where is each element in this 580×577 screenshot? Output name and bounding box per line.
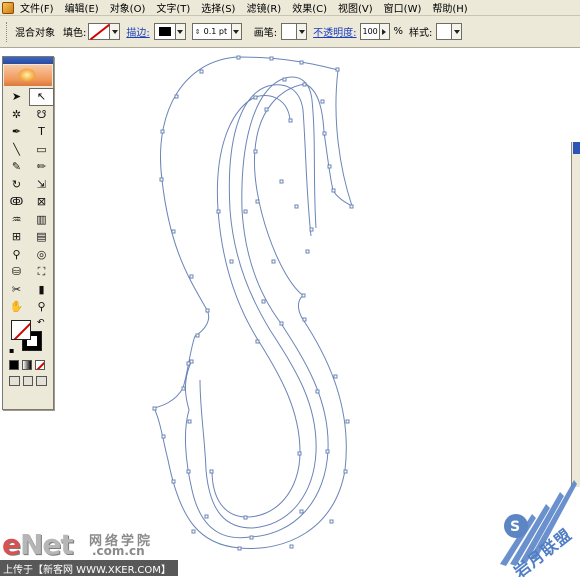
warp-icon[interactable]: ↂ — [4, 193, 29, 211]
paintbrush-icon[interactable]: ✎ — [4, 158, 29, 176]
watermark-domain: .com.cn — [92, 544, 145, 558]
live-paint-bucket-icon[interactable]: ⛁ — [4, 263, 29, 281]
gradient-mode-icon[interactable] — [22, 359, 32, 370]
pencil-icon[interactable]: ✏ — [29, 158, 54, 176]
selection-arrow-icon[interactable]: ➤ — [4, 88, 29, 106]
fill-swatch[interactable] — [88, 23, 111, 40]
stroke-weight-spinner-icon[interactable]: ⇕ — [195, 28, 201, 36]
fill-stroke-area: ↶ ▪ — [3, 316, 53, 358]
control-bar-grip[interactable] — [6, 21, 9, 42]
lasso-icon[interactable]: ☋ — [29, 106, 54, 124]
standard-screen-mode-icon[interactable] — [9, 375, 20, 386]
screen-mode-row — [3, 372, 53, 390]
menu-bar: 文件(F) 编辑(E) 对象(O) 文字(T) 选择(S) 滤镜(R) 效果(C… — [0, 0, 580, 16]
menu-object[interactable]: 对象(O) — [110, 0, 146, 15]
anchor-points — [152, 55, 354, 551]
full-screen-menubar-mode-icon[interactable] — [22, 375, 34, 386]
zoom-icon[interactable]: ⚲ — [29, 298, 54, 316]
style-dropdown[interactable] — [452, 23, 463, 40]
type-icon[interactable]: T — [29, 123, 54, 141]
menu-window[interactable]: 窗口(W) — [384, 0, 422, 15]
control-bar: 混合对象 填色: 描边: ⇕ 0.1 pt 画笔: 不透明度: 100 % 样式… — [0, 16, 580, 48]
graph-icon[interactable]: ▥ — [29, 211, 54, 229]
menu-type[interactable]: 文字(T) — [156, 0, 190, 15]
menu-filter[interactable]: 滤镜(R) — [246, 0, 281, 15]
scale-icon[interactable]: ⇲ — [29, 176, 54, 194]
tools-palette: ➤ ↖ ✲ ☋ ✒ T ╲ ▭ ✎ ✏ ↻ ⇲ ↂ ⊠ ♒ ▥ ⊞ ▤ ⚲ ◎ ⛁ ⛶ ✂ ▮ ✋ ⚲ ↶ ▪ — [2, 56, 54, 410]
brush-swatch[interactable] — [281, 23, 298, 40]
opacity-field[interactable]: 100 — [359, 23, 380, 40]
pen-icon[interactable]: ✒ — [4, 123, 29, 141]
inner-contour-path-1 — [184, 76, 329, 539]
default-colors-icon[interactable]: ▪ — [9, 346, 14, 355]
magic-wand-icon[interactable]: ✲ — [4, 106, 29, 124]
stroke-weight-field[interactable]: ⇕ 0.1 pt — [191, 23, 232, 40]
stroke-weight-value: 0.1 pt — [203, 27, 228, 36]
eraser-icon[interactable]: ▮ — [29, 281, 54, 299]
menu-help[interactable]: 帮助(H) — [432, 0, 467, 15]
tools-palette-logo[interactable] — [4, 65, 52, 86]
swap-fill-stroke-icon[interactable]: ↶ — [37, 318, 45, 328]
menu-file[interactable]: 文件(F) — [20, 0, 54, 15]
collapsed-panel-dock[interactable] — [571, 142, 580, 487]
stroke-weight-dropdown[interactable] — [231, 23, 242, 40]
brush-dropdown[interactable] — [297, 23, 308, 40]
direct-selection-icon[interactable]: ↖ — [29, 88, 54, 106]
rectangle-icon[interactable]: ▭ — [29, 141, 54, 159]
blend-icon[interactable]: ◎ — [29, 246, 54, 264]
brush-label: 画笔: — [253, 28, 278, 39]
inner-counter-path — [211, 95, 301, 518]
live-paint-selection-icon[interactable]: ⛶ — [29, 263, 54, 281]
fill-dropdown[interactable] — [110, 23, 121, 40]
color-mode-row — [3, 358, 53, 372]
opacity-slider-button[interactable] — [379, 23, 390, 40]
full-screen-mode-icon[interactable] — [36, 375, 48, 386]
upload-caption: 上传于【新客网 WWW.XKER.COM】 — [0, 560, 178, 576]
stroke-link[interactable]: 描边: — [126, 24, 149, 39]
stroke-dropdown[interactable] — [175, 23, 186, 40]
eyedropper-icon[interactable]: ⚲ — [4, 246, 29, 264]
svg-text:S: S — [510, 519, 520, 535]
style-swatch[interactable] — [436, 23, 453, 40]
mesh-icon[interactable]: ⊞ — [4, 228, 29, 246]
scissors-icon[interactable]: ✂ — [4, 281, 29, 299]
percent-sign: % — [393, 26, 404, 37]
fill-color-box[interactable] — [11, 319, 31, 340]
fill-label: 填色: — [63, 28, 87, 39]
app-icon[interactable] — [2, 1, 14, 14]
none-mode-icon[interactable] — [35, 359, 45, 370]
rotate-icon[interactable]: ↻ — [4, 176, 29, 194]
menu-edit[interactable]: 编辑(E) — [65, 0, 99, 15]
selection-type-label: 混合对象 — [15, 28, 55, 39]
hand-icon[interactable]: ✋ — [4, 298, 29, 316]
tools-palette-titlebar[interactable] — [3, 57, 53, 64]
symbol-sprayer-icon[interactable]: ♒ — [4, 211, 29, 229]
opacity-link[interactable]: 不透明度: — [313, 24, 356, 39]
style-label: 样式: — [409, 28, 433, 39]
color-mode-icon[interactable] — [9, 359, 19, 370]
menu-effect[interactable]: 效果(C) — [292, 0, 327, 15]
menu-view[interactable]: 视图(V) — [338, 0, 373, 15]
outer-contour-path — [153, 56, 353, 549]
gradient-icon[interactable]: ▤ — [29, 228, 54, 246]
enet-watermark-logo: eNet — [2, 528, 74, 561]
menu-select[interactable]: 选择(S) — [201, 0, 235, 15]
free-transform-icon[interactable]: ⊠ — [29, 193, 54, 211]
tool-grid: ➤ ↖ ✲ ☋ ✒ T ╲ ▭ ✎ ✏ ↻ ⇲ ↂ ⊠ ♒ ▥ ⊞ ▤ ⚲ ◎ ⛁ ⛶ ✂ ▮ ✋ ⚲ — [3, 87, 54, 316]
stroke-swatch[interactable] — [153, 23, 176, 40]
line-segment-icon[interactable]: ╲ — [4, 141, 29, 159]
